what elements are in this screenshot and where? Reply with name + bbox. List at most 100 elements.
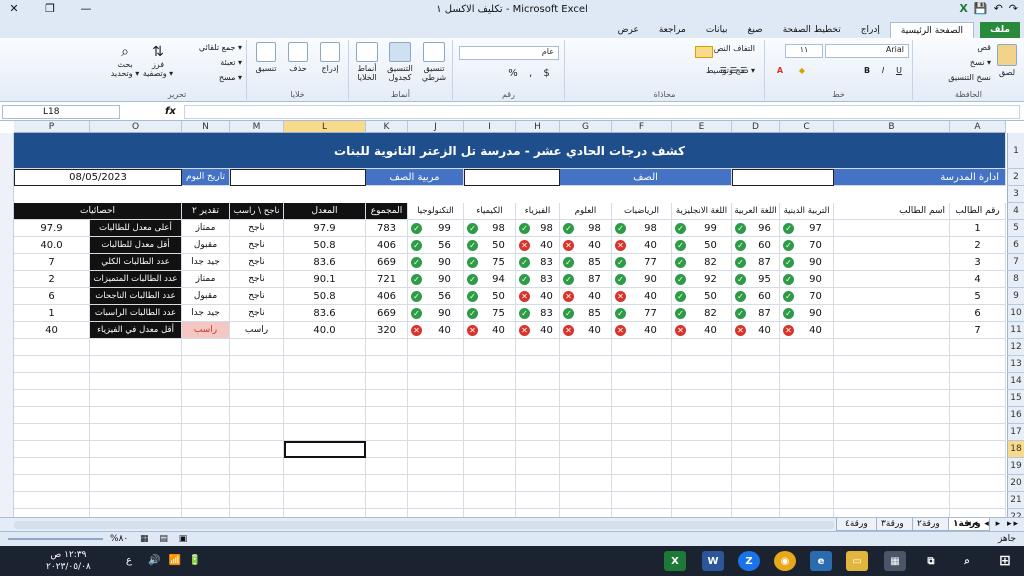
result-cell[interactable]: ناجح: [230, 254, 284, 271]
task-view-icon[interactable]: ⧉: [920, 551, 942, 571]
header-stats[interactable]: احصائيات: [14, 203, 182, 220]
empty-cell[interactable]: [950, 390, 1006, 407]
score-cell[interactable]: ✕ 40: [408, 322, 464, 339]
empty-cell[interactable]: [834, 492, 950, 509]
student-no-cell[interactable]: 2: [950, 237, 1006, 254]
number-format-icons[interactable]: % , $: [503, 68, 559, 79]
stat-label[interactable]: أقل معدل في الفيزياء: [90, 322, 182, 339]
empty-cell[interactable]: [366, 339, 408, 356]
empty-cell[interactable]: [560, 407, 612, 424]
copy-button[interactable]: نسخ ▾: [933, 58, 991, 67]
score-cell[interactable]: ✕ 40: [612, 237, 672, 254]
score-cell[interactable]: ✓ 95: [732, 271, 780, 288]
empty-cell[interactable]: [230, 356, 284, 373]
align-icons[interactable]: ☰☰☰: [715, 66, 755, 75]
chrome-taskbar-icon[interactable]: ◉: [774, 551, 796, 571]
format-painter-button[interactable]: نسخ التنسيق: [915, 73, 991, 82]
score-cell[interactable]: ✓ 94: [464, 271, 516, 288]
today-label[interactable]: تاريخ اليوم: [182, 169, 230, 186]
score-cell[interactable]: ✓ 70: [780, 288, 834, 305]
underline-button[interactable]: U: [893, 66, 905, 75]
empty-cell[interactable]: [464, 407, 516, 424]
empty-cell[interactable]: [408, 492, 464, 509]
empty-cell[interactable]: [950, 424, 1006, 441]
empty-cell[interactable]: [230, 373, 284, 390]
empty-cell[interactable]: [950, 356, 1006, 373]
empty-cell[interactable]: [464, 356, 516, 373]
view-mode-icons[interactable]: ▦ ▤ ▣: [140, 534, 191, 544]
score-cell[interactable]: ✕ 40: [560, 322, 612, 339]
empty-cell[interactable]: [90, 373, 182, 390]
tab-insert[interactable]: إدراج: [851, 22, 890, 38]
score-cell[interactable]: ✓ 77: [612, 305, 672, 322]
score-cell[interactable]: ✓ 97: [780, 220, 834, 237]
paste-button[interactable]: لصق: [993, 44, 1021, 77]
stat-value[interactable]: 6: [14, 288, 90, 305]
number-format-select[interactable]: عام: [459, 46, 559, 60]
score-cell[interactable]: ✓ 50: [464, 288, 516, 305]
empty-cell[interactable]: [612, 458, 672, 475]
empty-cell[interactable]: [516, 407, 560, 424]
score-cell[interactable]: ✓ 90: [612, 271, 672, 288]
empty-cell[interactable]: [464, 458, 516, 475]
score-cell[interactable]: ✕ 40: [612, 322, 672, 339]
empty-cell[interactable]: [408, 407, 464, 424]
student-no-cell[interactable]: 1: [950, 220, 1006, 237]
name-box[interactable]: L18: [2, 105, 120, 119]
empty-cell[interactable]: [408, 475, 464, 492]
score-cell[interactable]: ✕ 40: [464, 322, 516, 339]
empty-cell[interactable]: [182, 458, 230, 475]
empty-cell[interactable]: [672, 339, 732, 356]
empty-cell[interactable]: [14, 492, 90, 509]
header-average[interactable]: المعدل: [284, 203, 366, 220]
score-cell[interactable]: ✕ 40: [516, 288, 560, 305]
column-header-h[interactable]: H: [516, 121, 560, 133]
score-cell[interactable]: ✓ 99: [672, 220, 732, 237]
score-cell[interactable]: ✓ 98: [560, 220, 612, 237]
empty-cell[interactable]: [464, 339, 516, 356]
column-header-b[interactable]: B: [834, 121, 950, 133]
row-header-2[interactable]: 2: [1007, 169, 1024, 186]
empty-cell[interactable]: [516, 424, 560, 441]
tab-file[interactable]: ملف: [980, 22, 1020, 38]
empty-cell[interactable]: [560, 356, 612, 373]
edge-taskbar-icon[interactable]: e: [810, 551, 832, 571]
score-cell[interactable]: ✕ 40: [516, 322, 560, 339]
row-header-16[interactable]: 16: [1007, 407, 1024, 424]
empty-cell[interactable]: [230, 458, 284, 475]
column-header-a[interactable]: A: [950, 121, 1006, 133]
empty-cell[interactable]: [780, 390, 834, 407]
empty-cell[interactable]: [780, 339, 834, 356]
italic-button[interactable]: I: [877, 66, 889, 75]
empty-cell[interactable]: [366, 356, 408, 373]
empty-cell[interactable]: [732, 373, 780, 390]
column-header-f[interactable]: F: [612, 121, 672, 133]
empty-cell[interactable]: [182, 407, 230, 424]
empty-cell[interactable]: [182, 356, 230, 373]
empty-cell[interactable]: [834, 441, 950, 458]
header-subject[interactable]: التكنولوجيا: [408, 203, 464, 220]
empty-cell[interactable]: [408, 390, 464, 407]
score-cell[interactable]: ✓ 56: [408, 288, 464, 305]
score-cell[interactable]: ✓ 85: [560, 254, 612, 271]
student-name-cell[interactable]: [834, 322, 950, 339]
formula-input[interactable]: [184, 105, 1020, 119]
score-cell[interactable]: ✓ 75: [464, 254, 516, 271]
empty-cell[interactable]: [182, 441, 230, 458]
empty-cell[interactable]: [366, 407, 408, 424]
empty-cell[interactable]: [516, 373, 560, 390]
header-subject[interactable]: اللغة الانجليزية: [672, 203, 732, 220]
student-name-cell[interactable]: [834, 254, 950, 271]
average-cell[interactable]: 83.6: [284, 254, 366, 271]
empty-cell[interactable]: [182, 373, 230, 390]
sheet-banner[interactable]: كشف درجات الحادي عشر - مدرسة تل الزعتر ا…: [14, 133, 1006, 169]
score-cell[interactable]: ✓ 90: [780, 305, 834, 322]
grade-cell[interactable]: جيد جدا: [182, 254, 230, 271]
total-cell[interactable]: 783: [366, 220, 408, 237]
student-no-cell[interactable]: 5: [950, 288, 1006, 305]
row-header-1[interactable]: 1: [1007, 133, 1024, 169]
column-header-j[interactable]: J: [408, 121, 464, 133]
row-header-18[interactable]: 18: [1007, 441, 1024, 458]
result-cell[interactable]: راسب: [230, 322, 284, 339]
font-name-select[interactable]: Arial: [825, 44, 909, 58]
